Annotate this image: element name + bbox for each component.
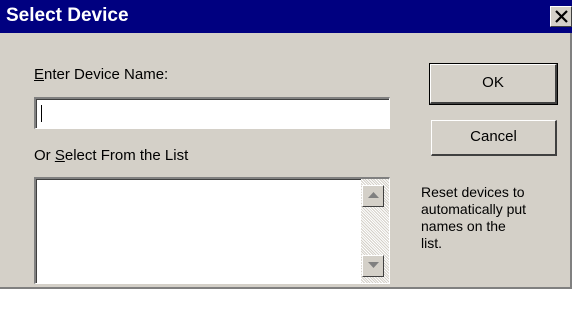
- close-button[interactable]: [550, 6, 572, 27]
- device-name-label-rest: nter Device Name:: [44, 66, 169, 83]
- device-name-input[interactable]: [36, 99, 389, 128]
- device-list-label: Or Select From the List: [34, 147, 188, 164]
- help-text: Reset devices to automatically put names…: [421, 184, 571, 252]
- device-list-label-prefix: Or: [34, 147, 55, 164]
- device-list-scrollbar[interactable]: [361, 179, 389, 283]
- device-name-field[interactable]: [34, 97, 390, 129]
- cancel-button[interactable]: Cancel: [431, 120, 557, 156]
- ok-button[interactable]: OK: [429, 63, 558, 105]
- close-icon: [555, 10, 568, 23]
- device-list-label-accesskey: S: [54, 147, 65, 164]
- scroll-down-button[interactable]: [362, 255, 384, 277]
- device-list-label-rest: elect From the List: [64, 147, 189, 164]
- help-text-line: automatically put: [421, 201, 527, 217]
- help-text-line: list.: [421, 235, 442, 251]
- scroll-up-button[interactable]: [362, 185, 384, 207]
- text-caret: [41, 105, 42, 122]
- arrow-up-icon: [368, 192, 379, 198]
- device-name-label-accesskey: E: [34, 66, 45, 83]
- device-list[interactable]: [34, 177, 390, 284]
- help-text-line: names on the: [421, 218, 506, 234]
- select-device-dialog: Select Device Enter Device Name: Or Sele…: [0, 0, 572, 289]
- help-text-line: Reset devices to: [421, 184, 525, 200]
- arrow-down-icon: [368, 262, 379, 268]
- title-bar[interactable]: Select Device: [0, 0, 572, 33]
- device-name-label: Enter Device Name:: [34, 66, 168, 83]
- dialog-title: Select Device: [6, 5, 129, 26]
